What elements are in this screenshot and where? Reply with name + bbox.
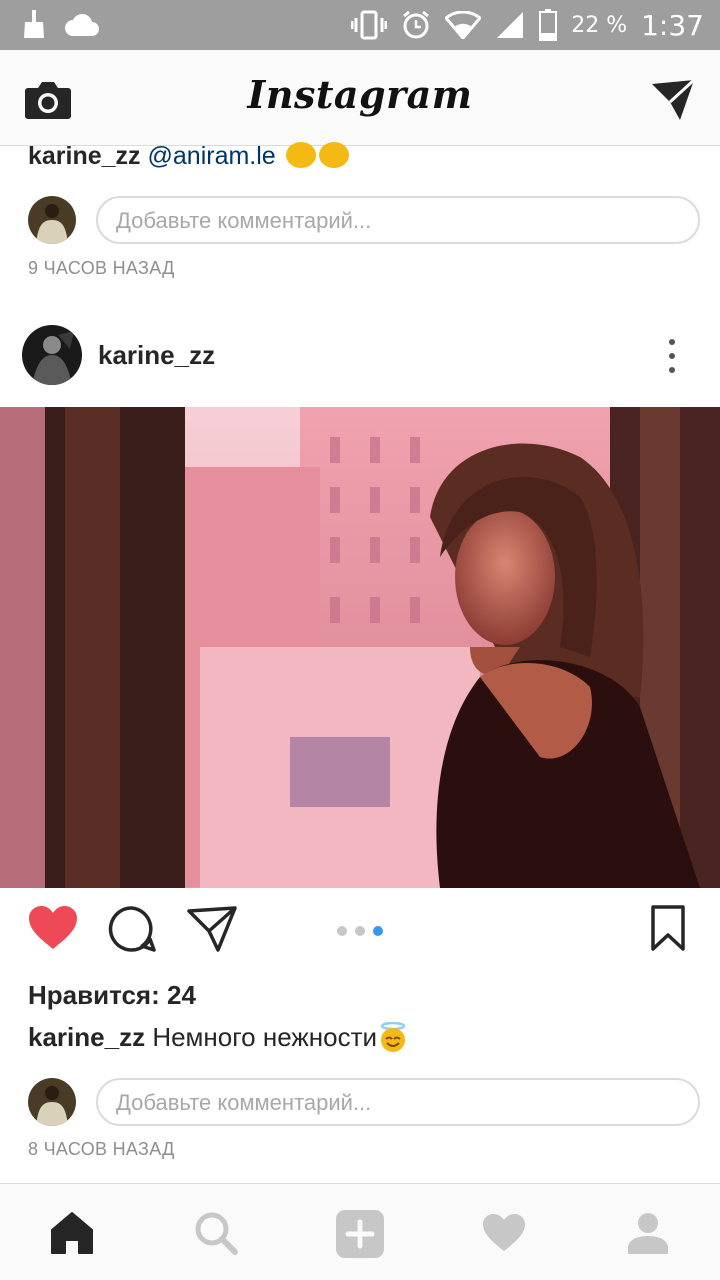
broom-icon (24, 10, 44, 38)
carousel-dot-active (373, 926, 383, 936)
like-heart-icon[interactable] (28, 905, 78, 951)
caption-username[interactable]: karine_zz (28, 1022, 145, 1052)
post-author-avatar[interactable] (22, 325, 82, 385)
battery-percent: 22 % (571, 12, 628, 38)
current-user-avatar[interactable] (28, 1078, 76, 1126)
prev-comment-input[interactable]: Добавьте комментарий... (96, 196, 700, 244)
profile-icon[interactable] (625, 1210, 671, 1256)
likes-count[interactable]: Нравится: 24 (28, 980, 196, 1011)
bottom-navigation (0, 1183, 720, 1280)
bookmark-icon[interactable] (650, 905, 686, 951)
more-options-icon[interactable] (665, 338, 679, 374)
add-post-icon[interactable] (336, 1210, 384, 1258)
smile-emoji-icon (285, 142, 316, 168)
carousel-dot (355, 926, 365, 936)
share-icon[interactable] (186, 905, 238, 953)
search-icon[interactable] (193, 1210, 239, 1256)
current-user-avatar[interactable] (28, 196, 76, 244)
instagram-logo: Instagram (247, 72, 473, 117)
prev-caption-mention[interactable]: @aniram.le (148, 142, 276, 170)
comment-icon[interactable] (108, 905, 156, 953)
post-timestamp: 8 ЧАСОВ НАЗАД (28, 1139, 175, 1159)
comment-input[interactable]: Добавьте комментарий... (96, 1078, 700, 1126)
caption-text: Немного нежности (152, 1022, 378, 1052)
wifi-icon (445, 11, 482, 39)
alarm-icon (403, 10, 430, 39)
post-action-bar (0, 905, 720, 965)
carousel-indicator (337, 926, 383, 936)
halo-emoji-icon (380, 1021, 406, 1052)
status-bar: 22 % 1:37 (0, 0, 720, 50)
signal-icon (497, 12, 524, 38)
prev-post-caption: karine_zz @aniram.le (28, 142, 349, 171)
post-author-username[interactable]: karine_zz (98, 340, 215, 371)
cloud-icon (65, 13, 99, 36)
carousel-dot (337, 926, 347, 936)
post-caption: karine_zz Немного нежности (28, 1021, 409, 1053)
home-icon[interactable] (49, 1210, 95, 1256)
app-header: Instagram (0, 50, 720, 146)
clock: 1:37 (641, 8, 704, 42)
prev-caption-username[interactable]: karine_zz (28, 142, 141, 170)
prev-post-timestamp: 9 ЧАСОВ НАЗАД (28, 258, 175, 278)
vibrate-icon (351, 10, 388, 40)
post-photo[interactable] (0, 407, 720, 888)
smile-emoji-icon (318, 142, 349, 168)
battery-icon (539, 9, 558, 41)
activity-heart-icon[interactable] (481, 1210, 527, 1256)
direct-message-icon[interactable] (650, 78, 696, 122)
